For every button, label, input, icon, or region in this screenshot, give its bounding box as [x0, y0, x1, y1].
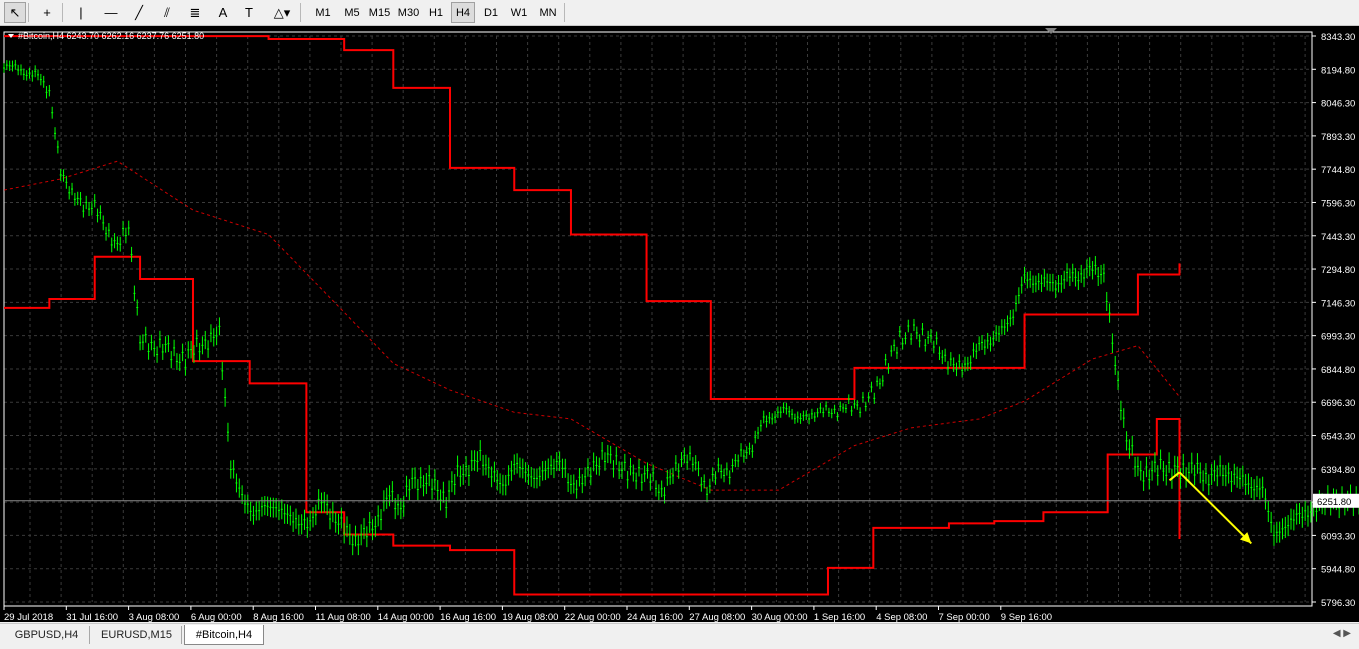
y-tick-label: 7294.80 [1321, 265, 1355, 276]
fibonacci-tool[interactable]: ≣ [184, 2, 206, 23]
y-tick-label: 6696.30 [1321, 398, 1355, 409]
cursor-tool[interactable]: ↖ [4, 2, 26, 23]
chart-header: #Bitcoin,H4 6243.70 6262.16 6237.76 6251… [18, 31, 204, 41]
y-tick-label: 5944.80 [1321, 565, 1355, 576]
x-tick-label: 19 Aug 08:00 [502, 612, 558, 622]
y-tick-label: 6394.80 [1321, 465, 1355, 476]
x-tick-label: 24 Aug 16:00 [627, 612, 683, 622]
timeframe-m1-button[interactable]: M1 [310, 2, 336, 23]
timeframe-h1-button[interactable]: H1 [424, 2, 448, 23]
x-tick-label: 7 Sep 00:00 [939, 612, 990, 622]
y-tick-label: 5796.30 [1321, 598, 1355, 609]
channel-tool[interactable]: ⫽ [156, 2, 178, 23]
timeframe-h4-button[interactable]: H4 [451, 2, 475, 23]
chart-shift-marker[interactable] [1045, 28, 1057, 34]
y-tick-label: 6993.30 [1321, 332, 1355, 343]
x-tick-label: 11 Aug 08:00 [316, 612, 371, 622]
y-tick-label: 8194.80 [1321, 65, 1355, 76]
plot-frame [3, 31, 1313, 607]
toolbar-separator [300, 3, 301, 22]
x-tick-label: 30 Aug 00:00 [752, 612, 808, 622]
price-chart[interactable]: 8343.30 8194.80 8046.30 7893.30 7744.80 7596.… [0, 26, 1359, 622]
lower-channel-line [4, 255, 1181, 596]
tab-eurusd-m15[interactable]: EURUSD,M15 [92, 626, 182, 644]
y-tick-label: 6543.30 [1321, 432, 1355, 443]
chart-window[interactable]: 8343.30 8194.80 8046.30 7893.30 7744.80 7596.… [0, 26, 1359, 622]
x-tick-label: 9 Sep 16:00 [1001, 612, 1052, 622]
x-tick-label: 22 Aug 00:00 [565, 612, 621, 622]
x-tick-label: 16 Aug 16:00 [440, 612, 496, 622]
y-tick-label: 7596.30 [1321, 198, 1355, 209]
chart-tabs-bar: GBPUSD,H4 EURUSD,M15 #Bitcoin,H4 ◀ ▶ [0, 623, 1359, 649]
tab-bitcoin-h4[interactable]: #Bitcoin,H4 [184, 625, 264, 645]
arrow-shaft [1178, 471, 1253, 545]
x-tick-label: 27 Aug 08:00 [689, 612, 745, 622]
text-label-tool[interactable]: T [238, 2, 260, 23]
timeframe-m5-button[interactable]: M5 [339, 2, 365, 23]
y-tick-label: 7893.30 [1321, 132, 1355, 143]
trendline-tool[interactable]: ╱ [128, 2, 150, 23]
y-tick-label: 6093.30 [1321, 531, 1355, 542]
horizontal-line-tool[interactable]: — [100, 2, 122, 23]
y-tick-label: 7443.30 [1321, 232, 1355, 243]
text-tool[interactable]: A [212, 2, 234, 23]
timeframe-mn-button[interactable]: MN [535, 2, 561, 23]
middle-channel-line [3, 160, 1180, 491]
timeframe-m15-button[interactable]: M15 [366, 2, 393, 23]
toolbar-separator [564, 3, 565, 22]
tab-scroll-arrows[interactable]: ◀ ▶ [1333, 628, 1351, 639]
current-price-label: 6251.80 [1317, 497, 1351, 508]
toolbar-separator [28, 3, 29, 22]
crosshair-tool[interactable]: + [34, 2, 60, 23]
timeframe-d1-button[interactable]: D1 [479, 2, 503, 23]
x-tick-label: 3 Aug 08:00 [129, 612, 180, 622]
y-tick-label: 8046.30 [1321, 99, 1355, 110]
x-tick-label: 6 Aug 00:00 [191, 612, 242, 622]
y-tick-label: 8343.30 [1321, 32, 1355, 43]
toolbar-separator [62, 3, 63, 22]
vertical-line-tool[interactable]: | [70, 2, 92, 23]
x-tick-label: 1 Sep 16:00 [814, 612, 865, 622]
x-tick-label: 14 Aug 00:00 [378, 612, 434, 622]
x-tick-label: 29 Jul 2018 [4, 612, 53, 622]
chart-toolbar: ↖ + | — ╱ ⫽ ≣ A T △▾ M1 M5 M15 M30 H1 H4 D1 W1 MN [0, 0, 1359, 26]
timeframe-w1-button[interactable]: W1 [507, 2, 531, 23]
x-tick-label: 8 Aug 16:00 [253, 612, 304, 622]
y-tick-label: 7146.30 [1321, 298, 1355, 309]
y-tick-label: 6844.80 [1321, 365, 1355, 376]
timeframe-m30-button[interactable]: M30 [395, 2, 422, 23]
shapes-dropdown[interactable]: △▾ [266, 2, 298, 23]
upper-channel-line [4, 35, 1181, 400]
x-tick-label: 4 Sep 08:00 [876, 612, 927, 622]
x-tick-label: 31 Jul 16:00 [66, 612, 118, 622]
tab-gbpusd-h4[interactable]: GBPUSD,H4 [4, 626, 90, 644]
y-tick-label: 7744.80 [1321, 165, 1355, 176]
